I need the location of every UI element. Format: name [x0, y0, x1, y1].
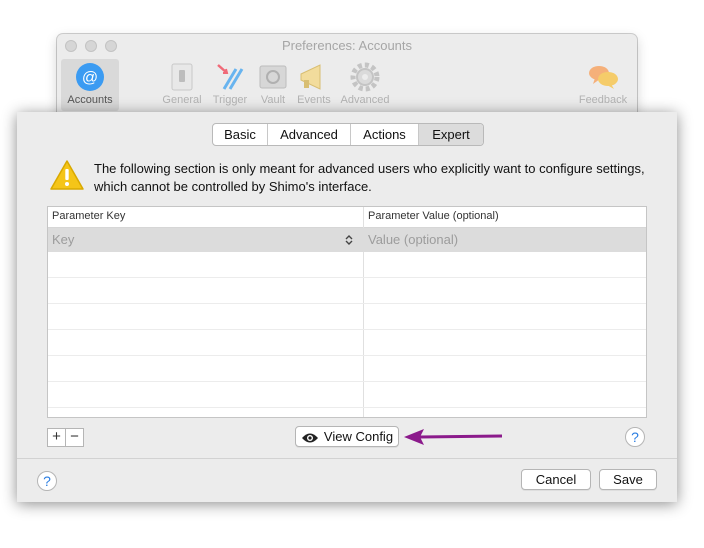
window-title: Preferences: Accounts	[281, 38, 413, 53]
toolbar-item-label: Accounts	[67, 94, 113, 106]
table-header: Parameter Key Parameter Value (optional)	[48, 207, 646, 228]
table-row	[48, 278, 646, 304]
table-row	[48, 252, 646, 278]
column-header-parameter-value[interactable]: Parameter Value (optional)	[368, 210, 499, 222]
warning-message: The following section is only meant for …	[94, 161, 645, 194]
value-field[interactable]: Value (optional)	[368, 232, 458, 247]
parameter-table: Parameter Key Parameter Value (optional)…	[47, 206, 647, 418]
footer-divider	[17, 458, 677, 459]
eye-icon	[301, 433, 318, 443]
gear-icon	[350, 62, 380, 92]
table-row	[48, 356, 646, 382]
remove-row-button[interactable]: −	[66, 429, 83, 446]
cancel-button[interactable]: Cancel	[521, 469, 591, 490]
column-header-parameter-key[interactable]: Parameter Key	[52, 210, 125, 222]
table-row	[48, 304, 646, 330]
at-sign-icon: @	[76, 63, 104, 91]
warning-triangle-icon	[50, 160, 84, 190]
megaphone-icon	[300, 64, 321, 90]
svg-text:@: @	[82, 70, 98, 87]
save-button[interactable]: Save	[599, 469, 657, 490]
add-row-button[interactable]: +	[48, 429, 66, 446]
chevron-up-down-icon[interactable]	[345, 234, 353, 246]
toolbar-item-feedback[interactable]: Feedback	[574, 59, 632, 111]
view-config-label: View Config	[323, 429, 394, 444]
key-field[interactable]: Key	[52, 232, 74, 247]
toolbar-item-label: Advanced	[340, 94, 390, 106]
switch-icon	[171, 63, 193, 91]
table-row[interactable]: Key Value (optional)	[48, 228, 646, 252]
toolbar-item-advanced[interactable]: Advanced	[336, 59, 394, 111]
settings-tab-bar: Basic Advanced Actions Expert	[212, 123, 484, 146]
add-remove-control: + −	[47, 428, 84, 447]
tab-advanced[interactable]: Advanced	[268, 124, 351, 145]
help-button[interactable]: ?	[37, 471, 57, 491]
trigger-icon	[217, 64, 244, 90]
view-config-button[interactable]: View Config	[295, 426, 399, 447]
tab-actions[interactable]: Actions	[351, 124, 419, 145]
table-row	[48, 382, 646, 408]
annotation-arrow-icon	[404, 429, 503, 445]
help-button[interactable]: ?	[625, 427, 645, 447]
table-row	[48, 330, 646, 356]
tab-basic[interactable]: Basic	[213, 124, 268, 145]
toolbar-item-label: Feedback	[578, 94, 628, 106]
tab-expert[interactable]: Expert	[419, 124, 483, 145]
speech-bubbles-icon	[589, 66, 618, 89]
expert-settings-sheet: Basic Advanced Actions Expert The follow…	[17, 112, 677, 502]
toolbar-item-accounts[interactable]: @ Accounts	[61, 59, 119, 111]
